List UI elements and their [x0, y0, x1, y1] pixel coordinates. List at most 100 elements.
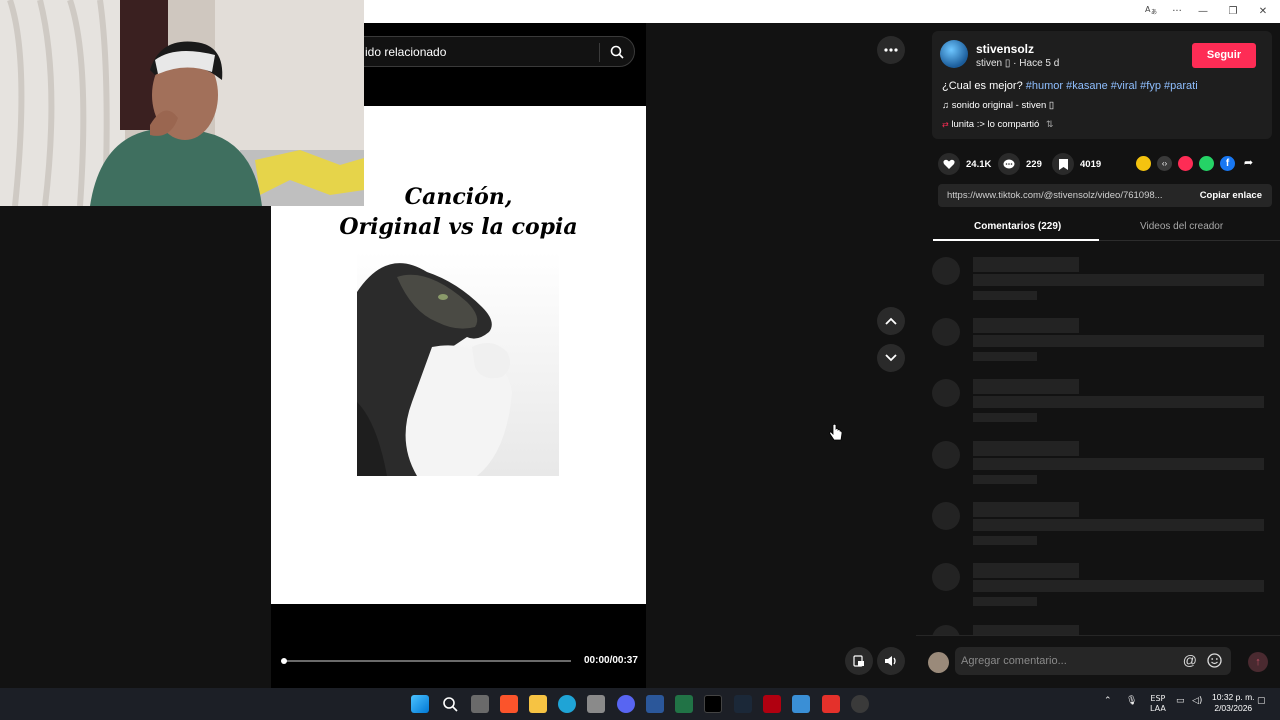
- taskbar: ⌃ 🎙 ESP LAA ▭ ◁) 10:32 p. m. 2/03/2026 ▢: [0, 688, 1280, 720]
- description-text: ¿Cual es mejor?: [942, 80, 1023, 92]
- repost-icon: ⇄: [942, 120, 949, 129]
- link-box: https://www.tiktok.com/@stivensolz/video…: [938, 184, 1272, 207]
- comment-placeholder: Agregar comentario...: [961, 655, 1067, 667]
- comment-skeleton: [932, 502, 1264, 550]
- search-divider: [599, 43, 600, 62]
- minimize-button[interactable]: —: [1194, 3, 1212, 20]
- video-description: ¿Cual es mejor? #humor #kasane #viral #f…: [942, 80, 1198, 92]
- translate-icon[interactable]: Aあ: [1142, 3, 1160, 20]
- author-subtitle: stiven ▯ · Hace 5 d: [976, 58, 1060, 69]
- tab-underline: [933, 239, 1099, 241]
- author-username[interactable]: stivensolz: [976, 42, 1034, 56]
- keyboard-layout: LAA: [1150, 704, 1166, 713]
- progress-knob[interactable]: [281, 658, 287, 664]
- save-stat[interactable]: 4019: [1052, 153, 1101, 175]
- netflix-icon[interactable]: [763, 695, 781, 713]
- svg-text:あ: あ: [1151, 9, 1157, 15]
- comment-bar: Agregar comentario... @ ↑: [916, 635, 1280, 688]
- chevron-down-icon: [885, 354, 897, 362]
- previous-video-button[interactable]: [877, 307, 905, 335]
- copy-link-button[interactable]: Copiar enlace: [1200, 190, 1262, 201]
- speaker-icon[interactable]: ◁): [1192, 696, 1202, 706]
- comment-count: 229: [1026, 158, 1042, 170]
- start-icon[interactable]: [411, 695, 429, 713]
- volume-icon: [885, 656, 896, 666]
- bookmark-icon[interactable]: [1052, 153, 1074, 175]
- video-caption-line2: Original vs la copia: [339, 214, 578, 240]
- mention-icon[interactable]: @: [1183, 652, 1197, 668]
- whatsapp-icon[interactable]: [1199, 156, 1214, 171]
- emoji-icon[interactable]: [1207, 653, 1222, 673]
- hashtag-link[interactable]: #kasane: [1066, 80, 1108, 92]
- cat-image: [357, 252, 559, 476]
- steam-icon[interactable]: [734, 695, 752, 713]
- hand-cursor-icon: [829, 423, 843, 447]
- repost-small-icon: ⇅: [1045, 119, 1054, 129]
- search-bar[interactable]: ido relacionado: [340, 36, 635, 67]
- restore-button[interactable]: ❐: [1224, 3, 1242, 20]
- comment-stat[interactable]: 229: [998, 153, 1042, 175]
- facebook-icon[interactable]: f: [1220, 156, 1235, 171]
- tiktok-icon[interactable]: [704, 695, 722, 713]
- coin-icon[interactable]: [1136, 156, 1151, 171]
- floating-player-button[interactable]: [845, 647, 873, 675]
- brave-icon[interactable]: [500, 695, 518, 713]
- microphone-icon[interactable]: 🎙: [1126, 696, 1137, 706]
- more-options-video-button[interactable]: [877, 36, 905, 64]
- store-icon[interactable]: [587, 695, 605, 713]
- progress-bar[interactable]: [281, 658, 571, 664]
- side-panel: stivensolz stiven ▯ · Hace 5 d Seguir ¿C…: [916, 23, 1280, 688]
- chevron-up-icon: [885, 317, 897, 325]
- clock-time: 10:32 p. m.: [1212, 692, 1255, 702]
- language-indicator[interactable]: ESP LAA: [1150, 694, 1166, 714]
- network-icon[interactable]: ▭: [1176, 696, 1185, 706]
- file-explorer-icon[interactable]: [529, 695, 547, 713]
- next-video-button[interactable]: [877, 344, 905, 372]
- like-stat[interactable]: 24.1K: [938, 153, 991, 175]
- search-taskbar-icon[interactable]: [441, 695, 459, 713]
- settings-icon[interactable]: [851, 695, 869, 713]
- pdf-icon[interactable]: [822, 695, 840, 713]
- search-icon[interactable]: [610, 45, 624, 64]
- notification-icon[interactable]: ▢: [1257, 696, 1266, 706]
- heart-icon[interactable]: [938, 153, 960, 175]
- share-arrow-icon[interactable]: ➦: [1241, 156, 1256, 171]
- word-icon[interactable]: [646, 695, 664, 713]
- excel-icon[interactable]: [675, 695, 693, 713]
- embed-icon[interactable]: ‹›: [1157, 156, 1172, 171]
- edge-icon[interactable]: [558, 695, 576, 713]
- comment-skeleton: [932, 441, 1264, 489]
- search-input[interactable]: ido relacionado: [365, 45, 446, 59]
- photos-icon[interactable]: [792, 695, 810, 713]
- task-view-icon[interactable]: [471, 695, 489, 713]
- comment-input[interactable]: Agregar comentario... @: [955, 647, 1231, 675]
- more-options-button[interactable]: ···: [1168, 3, 1186, 20]
- discord-icon[interactable]: [617, 695, 635, 713]
- clock[interactable]: 10:32 p. m. 2/03/2026: [1212, 692, 1255, 714]
- video-url[interactable]: https://www.tiktok.com/@stivensolz/video…: [947, 190, 1173, 201]
- shared-by: ⇄ lunita :> lo compartió ⇅: [942, 119, 1053, 130]
- sound-link[interactable]: ♫ sonido original - stiven ▯: [942, 100, 1054, 111]
- tab-creator-videos[interactable]: Videos del creador: [1140, 221, 1223, 232]
- send-comment-button[interactable]: ↑: [1248, 652, 1268, 672]
- follow-button[interactable]: Seguir: [1192, 43, 1256, 68]
- author-avatar[interactable]: [940, 40, 968, 68]
- hashtag-link[interactable]: #humor: [1026, 80, 1063, 92]
- comment-skeleton: [932, 625, 1264, 635]
- volume-button[interactable]: [877, 647, 905, 675]
- chevron-up-tray-icon[interactable]: ⌃: [1104, 696, 1112, 706]
- close-button[interactable]: ✕: [1254, 3, 1272, 20]
- language-code: ESP: [1150, 694, 1166, 703]
- comment-icon[interactable]: [998, 153, 1020, 175]
- save-count: 4019: [1080, 158, 1102, 170]
- send-icon[interactable]: [1178, 156, 1193, 171]
- comment-skeleton: [932, 318, 1264, 366]
- clock-date: 2/03/2026: [1214, 703, 1253, 713]
- panel-tabs: Comentarios (229) Videos del creador: [933, 219, 1280, 241]
- hashtag-link[interactable]: #viral: [1111, 80, 1137, 92]
- hashtag-link[interactable]: #fyp: [1140, 80, 1161, 92]
- screen: { "window": {"translate_icon": "translat…: [0, 0, 1280, 720]
- hashtag-link[interactable]: #parati: [1164, 80, 1198, 92]
- tab-comments[interactable]: Comentarios (229): [974, 221, 1061, 232]
- pip-icon: [853, 655, 864, 667]
